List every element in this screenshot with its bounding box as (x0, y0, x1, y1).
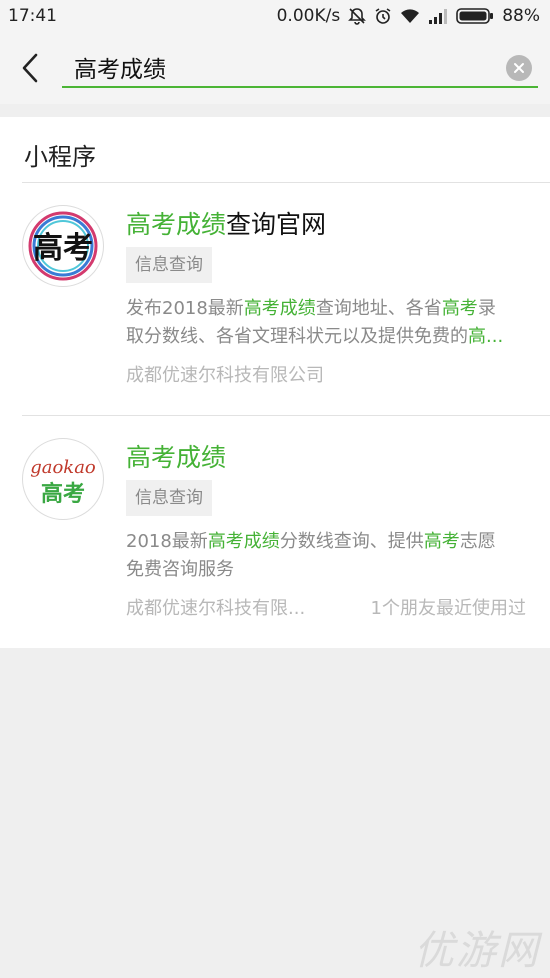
mute-bell-icon (348, 7, 367, 25)
mini-program-result[interactable]: gaokao 高考 高考成绩 信息查询 2018最新高考成绩分数线查询、提供高考… (0, 416, 550, 648)
desc-highlight: 高考 (423, 531, 460, 552)
mini-program-result[interactable]: 高考 高考成绩查询官网 信息查询 发布2018最新高考成绩查询地址、各省高考录 … (0, 183, 550, 415)
desc-line: 免费咨询服务 (126, 556, 528, 584)
clear-button[interactable] (506, 55, 532, 81)
desc-text: 2018最新 (126, 531, 208, 552)
chevron-left-icon (22, 53, 38, 83)
desc-text: 查询地址、各省 (315, 298, 442, 319)
status-time: 17:41 (8, 6, 57, 26)
battery-percent: 88% (502, 6, 540, 26)
clear-icon (514, 63, 524, 73)
category-tag: 信息查询 (126, 480, 212, 516)
logo-text-en: gaokao (30, 457, 96, 478)
title-highlight: 高考成绩 (126, 443, 227, 472)
search-input[interactable] (72, 46, 496, 88)
status-bar: 17:41 0.00K/s 88% (0, 0, 550, 34)
logo-text-cn: 高考 (41, 481, 85, 507)
desc-text: 分数线查询、提供 (279, 531, 424, 552)
search-bar (62, 46, 538, 88)
logo-text: 高考 (33, 231, 93, 266)
friends-used-note: 1个朋友最近使用过 (370, 598, 526, 619)
signal-icon (428, 8, 448, 24)
net-speed: 0.00K/s (276, 6, 341, 26)
mini-program-logo: gaokao 高考 (22, 438, 104, 520)
battery-icon (456, 8, 494, 24)
desc-line: 发布2018最新高考成绩查询地址、各省高考录 (126, 295, 528, 323)
desc-highlight: 高考 (441, 298, 478, 319)
alarm-icon (374, 7, 392, 25)
desc-text: 发布2018最新 (126, 298, 244, 319)
desc-highlight: 高考成绩 (207, 531, 280, 552)
section-title: 小程序 (24, 143, 96, 171)
result-description: 发布2018最新高考成绩查询地址、各省高考录 取分数线、各省文理科状元以及提供免… (126, 295, 528, 351)
search-header (0, 34, 550, 104)
results-card: 小程序 高考 高考成绩查询官网 信息查询 发布2018最新高考成绩查询地址、各省… (0, 117, 550, 648)
mini-program-logo: 高考 (22, 205, 104, 287)
status-icons: 0.00K/s 88% (277, 6, 540, 26)
title-rest: 查询官网 (226, 210, 327, 239)
watermark: 优游网 (414, 928, 540, 974)
title-highlight: 高考成绩 (126, 210, 227, 239)
desc-highlight: 高考成绩 (243, 298, 316, 319)
desc-highlight: 高... (468, 326, 504, 347)
desc-text: 取分数线、各省文理科状元以及提供免费的 (126, 326, 468, 347)
category-tag: 信息查询 (126, 247, 212, 283)
result-title: 高考成绩 (126, 438, 226, 474)
desc-line: 2018最新高考成绩分数线查询、提供高考志愿 (126, 528, 528, 556)
desc-text: 录 (477, 298, 496, 319)
result-description: 2018最新高考成绩分数线查询、提供高考志愿 免费咨询服务 (126, 528, 528, 584)
result-title: 高考成绩查询官网 (126, 205, 326, 241)
company-name: 成都优速尔科技有限... (126, 598, 306, 619)
desc-line: 取分数线、各省文理科状元以及提供免费的高... (126, 323, 528, 351)
desc-text: 免费咨询服务 (126, 559, 234, 580)
desc-text: 志愿 (459, 531, 496, 552)
wifi-icon (400, 8, 420, 24)
company-name: 成都优速尔科技有限公司 (126, 365, 324, 386)
back-button[interactable] (14, 50, 46, 86)
